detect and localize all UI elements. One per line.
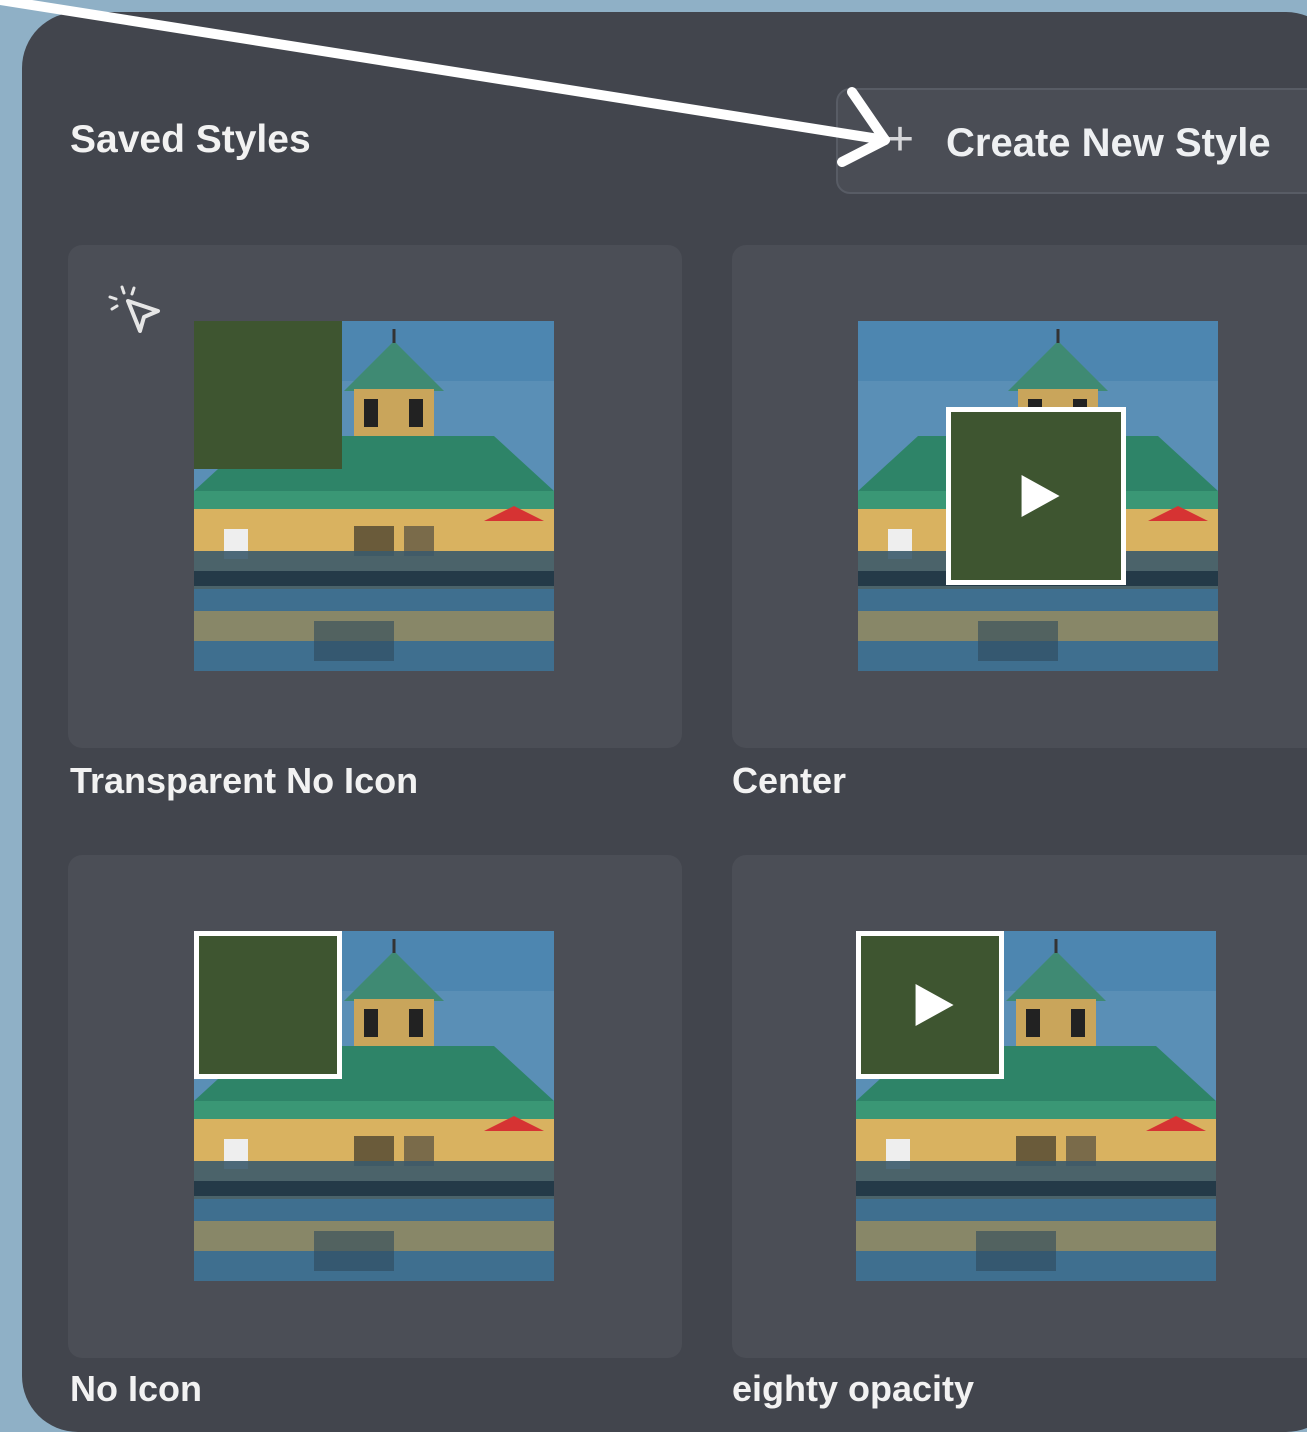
style-preview-image [194,931,554,1281]
style-preview-image [858,321,1218,671]
play-icon [1021,475,1060,517]
style-overlay-box [946,407,1126,585]
style-name: No Icon [70,1368,202,1409]
plus-icon: + [886,113,915,166]
create-new-style-label: Create New Style [946,121,1271,165]
style-name: Transparent No Icon [70,760,419,801]
style-card-no-icon[interactable] [68,855,682,1358]
style-name: eighty opacity [732,1368,975,1409]
style-card-transparent-no-icon[interactable] [68,245,682,748]
cursor-click-icon [108,285,160,333]
style-card-eighty-opacity[interactable] [732,855,1307,1358]
page-title: Saved Styles [70,118,311,161]
style-card-center[interactable] [732,245,1307,748]
style-name: Center [732,760,847,801]
create-new-style-button[interactable]: + Create New Style [836,88,1307,194]
style-preview-image [194,321,554,671]
style-overlay-box [194,321,342,469]
style-overlay-box [856,931,1004,1079]
play-icon [915,984,954,1026]
style-preview-image [856,931,1216,1281]
style-overlay-box [194,931,342,1079]
